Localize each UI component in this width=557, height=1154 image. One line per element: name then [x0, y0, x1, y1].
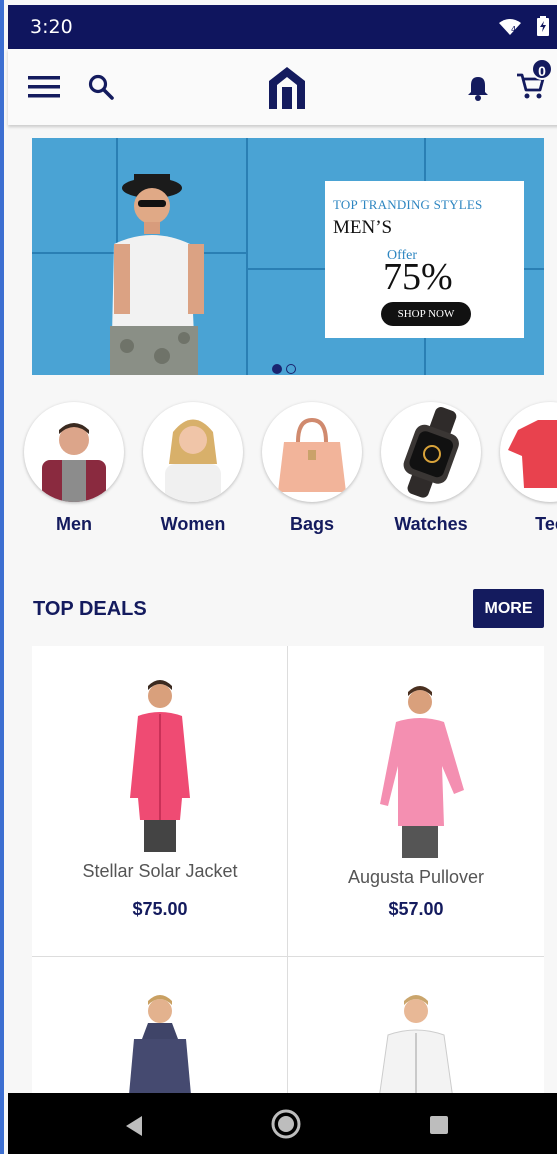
hamburger-menu-icon[interactable]	[28, 75, 60, 104]
app-bar: 0	[8, 49, 557, 125]
banner-offer-value: 75%	[383, 256, 453, 298]
bell-icon[interactable]	[466, 75, 490, 106]
product-image	[380, 686, 464, 858]
shop-now-button[interactable]: SHOP NOW	[381, 302, 471, 326]
battery-charging-icon	[537, 16, 549, 41]
category-label: Men	[56, 514, 92, 534]
product-card[interactable]	[32, 957, 288, 1106]
status-bar: 3:20 4	[8, 5, 557, 49]
category-watches-image	[381, 402, 481, 502]
search-icon[interactable]	[88, 74, 114, 105]
banner-model-image	[110, 174, 204, 375]
product-name: Augusta Pullover	[347, 867, 485, 887]
app-frame: 3:20 4 0 TOP TRANDING STYLES MEN’S Offer…	[0, 0, 557, 1154]
category-label: Women	[160, 514, 226, 534]
category-women[interactable]: Women	[141, 402, 245, 535]
cart-count-badge: 0	[531, 58, 553, 80]
system-nav-bar	[8, 1093, 557, 1154]
category-men[interactable]: Men	[22, 402, 126, 535]
banner-category: MEN’S	[333, 217, 393, 238]
category-label: Tee	[535, 514, 557, 534]
category-women-image	[143, 402, 243, 502]
product-card[interactable]: Stellar Solar Jacket $75.00	[32, 646, 288, 956]
more-button[interactable]: MORE	[473, 589, 544, 628]
product-name: Stellar Solar Jacket	[82, 861, 238, 881]
product-card[interactable]: Augusta Pullover $57.00	[288, 646, 544, 956]
promo-banner[interactable]: TOP TRANDING STYLES MEN’S Offer 75% SHOP…	[32, 138, 544, 375]
category-tee-image	[500, 402, 557, 502]
house-logo-icon[interactable]	[267, 65, 307, 114]
status-time: 3:20	[30, 16, 73, 38]
category-label: Watches	[394, 514, 468, 534]
product-price: $57.00	[388, 899, 444, 919]
product-image	[130, 680, 190, 852]
category-watches[interactable]: Watches	[379, 402, 483, 535]
category-tee[interactable]: Tee	[498, 402, 557, 535]
back-triangle-icon[interactable]	[124, 1115, 144, 1142]
category-bags[interactable]: Bags	[260, 402, 364, 535]
category-label: Bags	[289, 514, 334, 534]
category-bags-image	[262, 402, 362, 502]
banner-headline: TOP TRANDING STYLES	[333, 197, 483, 212]
wifi-icon: 4	[499, 19, 521, 40]
product-card[interactable]	[288, 957, 544, 1106]
pager-dot[interactable]	[286, 364, 296, 374]
home-circle-icon[interactable]	[270, 1108, 302, 1145]
product-grid: Stellar Solar Jacket $75.00 Augusta Pull…	[32, 646, 544, 1106]
recents-square-icon[interactable]	[429, 1115, 449, 1140]
pager-dot-active[interactable]	[272, 364, 282, 374]
product-image	[377, 995, 455, 1106]
banner-pager[interactable]	[272, 361, 300, 379]
svg-text:4: 4	[511, 25, 516, 34]
category-men-image	[24, 402, 124, 502]
banner-offer-card: TOP TRANDING STYLES MEN’S Offer 75% SHOP…	[325, 181, 524, 338]
top-deals-title: TOP DEALS	[33, 598, 147, 620]
product-price: $75.00	[132, 899, 188, 919]
product-image	[128, 995, 192, 1106]
